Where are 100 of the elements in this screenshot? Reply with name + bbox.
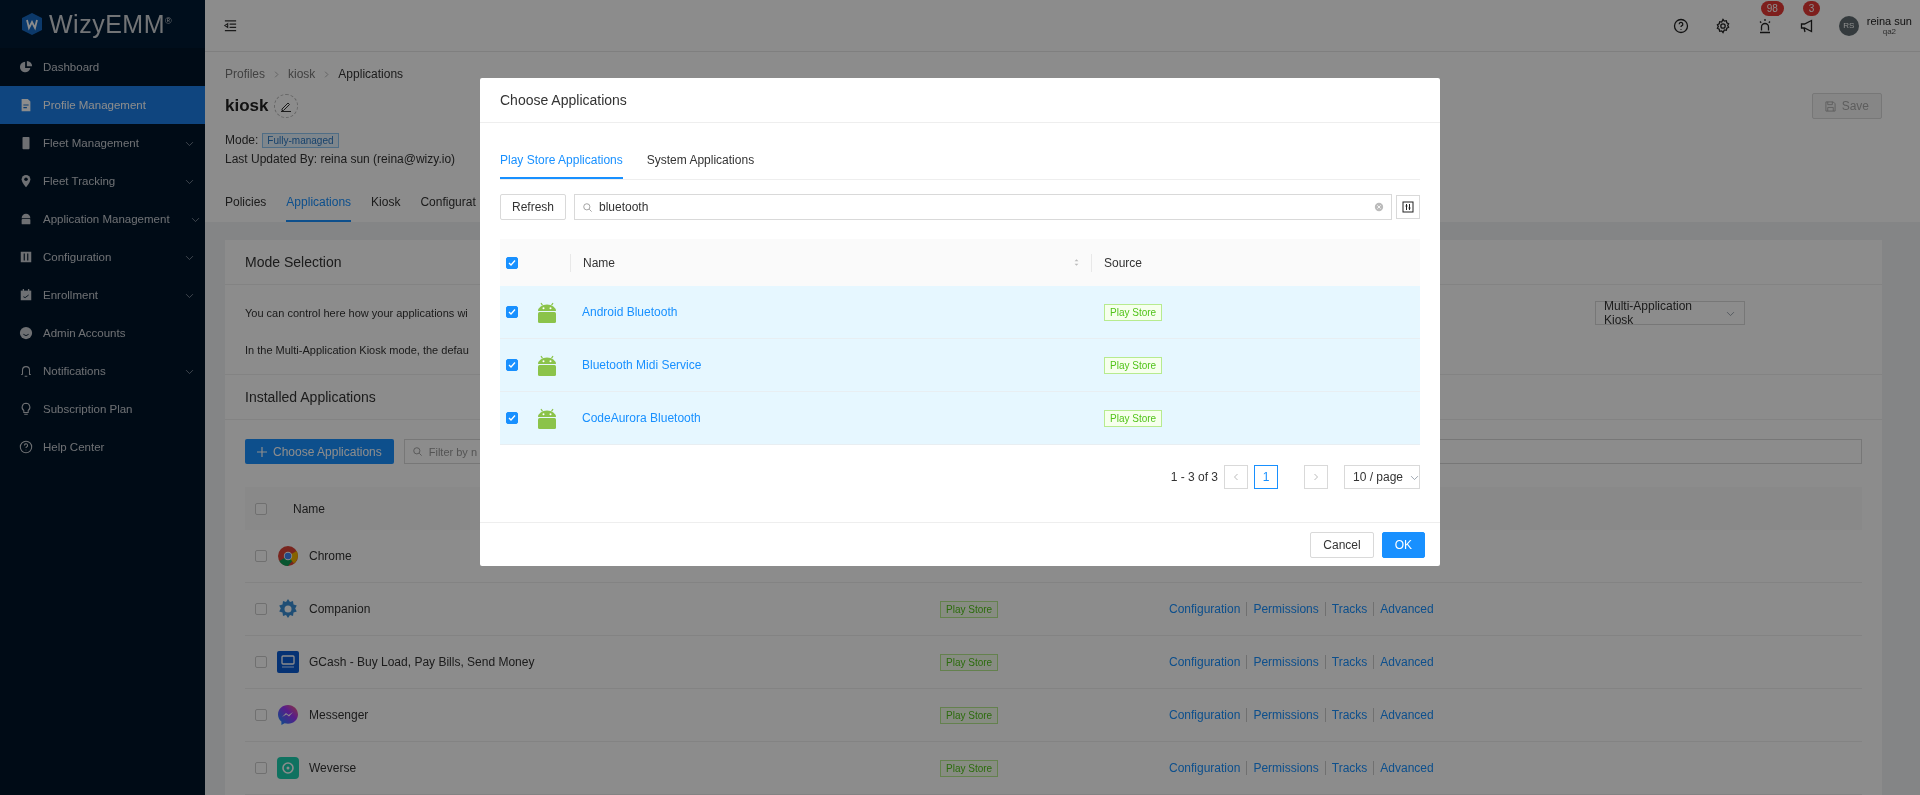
checkbox[interactable] [506,412,518,424]
sidebar-item[interactable]: Fleet Tracking [0,162,205,200]
previous-page-button[interactable] [1224,465,1248,489]
mode-dropdown[interactable]: Multi-Application Kiosk [1595,301,1745,325]
last-updated-text: Last Updated By: reina sun (reina@wizy.io) [225,151,456,168]
bell-icon [19,364,33,378]
action-link[interactable]: Advanced [1373,655,1434,669]
ok-button[interactable]: OK [1381,531,1425,558]
chat-bubble-icon [277,704,299,726]
android-icon [19,212,33,226]
chrome-logo-icon [277,545,299,567]
sidebar-item[interactable]: Notifications [0,352,205,390]
profile-tab[interactable]: Applications [286,192,352,222]
mode-label: Mode: [225,133,259,147]
help-icon [19,440,33,454]
sidebar-item[interactable]: Subscription Plan [0,390,205,428]
action-link[interactable]: Advanced [1373,708,1434,722]
column-header: Name [583,255,615,270]
action-link[interactable]: Advanced [1373,602,1434,616]
checkbox[interactable] [506,256,518,269]
action-link[interactable]: Tracks [1324,708,1368,722]
breadcrumb-chevron-icon [273,70,280,78]
cancel-button[interactable]: Cancel [1310,531,1374,558]
sidebar-item[interactable]: Profile Management [0,86,205,124]
profile-tab[interactable]: Kiosk [371,192,401,222]
sort-icon [1072,258,1081,267]
dialog-tab[interactable]: Play Store Applications [500,143,623,179]
sidebar-item[interactable]: Configuration [0,238,205,276]
app-name: Chrome [309,549,352,563]
breadcrumb-item[interactable]: Profiles [225,67,265,81]
brand-name: WizyEMM$^{®}$ [49,9,173,39]
organization-name: qa2 [1882,27,1897,36]
refresh-button[interactable]: Refresh [500,194,566,220]
page-size-select[interactable]: 10 / page [1344,465,1420,489]
sidebar-item[interactable]: Fleet Management [0,124,205,162]
action-link[interactable]: Tracks [1324,761,1368,775]
profile-tab[interactable]: Policies [225,192,267,222]
action-link[interactable]: Configuration [1169,761,1241,775]
count-badge: 3 [1802,0,1821,16]
sidebar-item[interactable]: Admin Accounts [0,314,205,352]
mode-tag: Fully-managed [262,132,339,148]
checkbox[interactable] [255,550,267,562]
chevron-left-icon [1232,473,1240,481]
action-link[interactable]: Tracks [1324,602,1368,616]
app-name: Weverse [309,761,357,775]
action-link[interactable]: Configuration [1169,655,1241,669]
section-title: Mode Selection [245,254,342,270]
location-pin-icon [19,174,33,188]
action-link[interactable]: Permissions [1246,655,1319,669]
checkbox[interactable] [506,306,518,318]
choose-applications-button[interactable]: Choose Applications [245,439,394,464]
sidebar-item[interactable]: Enrollment [0,276,205,314]
count-badge: 98 [1760,0,1784,16]
dialog-title: Choose Applications [500,92,627,108]
action-link[interactable]: Advanced [1373,761,1434,775]
column-settings-button[interactable] [1396,195,1420,219]
action-link[interactable]: Tracks [1324,655,1368,669]
document-icon [19,98,33,112]
app-name-link[interactable]: Android Bluetooth [570,305,1091,319]
checkbox[interactable] [506,359,518,371]
sliders-icon [1402,201,1414,213]
checkbox[interactable] [255,709,267,721]
dialog-tab[interactable]: System Applications [646,143,755,179]
source-tag: Play Store [1104,303,1163,321]
checkbox[interactable] [255,502,267,515]
source-tag: Play Store [940,706,999,724]
search-field[interactable]: bluetooth [574,194,1392,220]
page-button[interactable]: 1 [1254,465,1278,489]
user-avatar[interactable]: RS [1838,15,1859,36]
settings-icon [1714,17,1731,34]
column-header: Source [1104,255,1143,270]
profile-tab[interactable]: Configurat [420,192,476,222]
app-name: Companion [309,602,371,616]
action-link[interactable]: Permissions [1246,602,1319,616]
checkbox[interactable] [255,656,267,668]
action-link[interactable]: Configuration [1169,602,1241,616]
calendar-icon [19,288,33,302]
action-link[interactable]: Permissions [1246,761,1319,775]
breadcrumb-item[interactable]: kiosk [288,67,316,81]
sidebar-item[interactable]: Help Center [0,428,205,466]
checkbox[interactable] [255,762,267,774]
gear-icon [277,598,299,620]
checkbox[interactable] [255,603,267,615]
megaphone-icon [1798,17,1815,34]
source-tag: Play Store [940,759,999,777]
android-icon [535,353,559,377]
user-name: reina sun [1866,15,1912,27]
app-name-link[interactable]: Bluetooth Midi Service [570,358,1091,372]
action-link[interactable]: Permissions [1246,708,1319,722]
android-icon [535,300,559,324]
menu-fold-icon [223,18,238,33]
android-icon [535,406,559,430]
app-name-link[interactable]: CodeAurora Bluetooth [570,411,1091,425]
app-name: GCash - Buy Load, Pay Bills, Send Money [309,655,535,669]
smiley-icon [19,326,33,340]
next-page-button[interactable] [1304,465,1328,489]
action-link[interactable]: Configuration [1169,708,1241,722]
sidebar-item[interactable]: Application Management [0,200,205,238]
sidebar-item[interactable]: Dashboard [0,48,205,86]
app-name: Messenger [309,708,369,722]
